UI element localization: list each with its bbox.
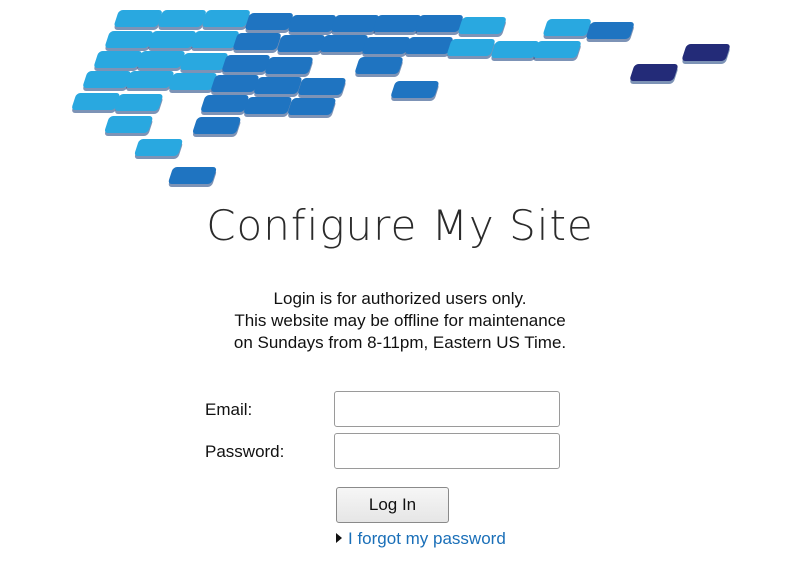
logo-tile xyxy=(405,37,453,57)
notice-line-3: on Sundays from 8-11pm, Eastern US Time. xyxy=(233,333,567,352)
logo-tile xyxy=(114,10,162,30)
logo-tile xyxy=(191,31,239,51)
logo-tile xyxy=(533,41,581,61)
logo-tile xyxy=(201,95,249,115)
password-label: Password: xyxy=(205,442,285,461)
logo-tile xyxy=(158,10,206,30)
triangle-right-icon xyxy=(336,533,342,543)
logo-tile xyxy=(265,57,313,77)
logo-tile xyxy=(180,53,228,73)
logo-tile xyxy=(105,31,153,51)
login-button[interactable]: Log In xyxy=(336,487,449,523)
logo-tile xyxy=(168,167,217,187)
notice-line-2: This website may be offline for maintena… xyxy=(234,311,566,330)
logo-tile xyxy=(83,71,131,91)
logo-tile xyxy=(192,117,241,137)
logo-tile xyxy=(320,35,368,55)
logo-tile xyxy=(415,15,463,35)
logo-tile xyxy=(362,37,410,57)
logo-tile xyxy=(491,41,539,61)
logo-tile xyxy=(288,15,336,35)
logo-tile xyxy=(331,15,379,35)
logo-tile xyxy=(233,33,281,53)
email-label: Email: xyxy=(205,400,253,419)
logo-tile xyxy=(126,71,174,91)
logo-tile xyxy=(134,139,183,159)
forgot-password-row: I forgot my password xyxy=(336,529,506,549)
logo-tile xyxy=(254,77,302,97)
logo-mosaic xyxy=(72,10,730,187)
logo-tile xyxy=(211,75,259,95)
logo-tile xyxy=(298,78,346,98)
logo-tile xyxy=(169,73,217,93)
logo-tile xyxy=(115,94,163,114)
logo-tile xyxy=(288,98,336,118)
logo-tile xyxy=(458,17,506,37)
logo-tile xyxy=(586,22,634,42)
logo-tile xyxy=(391,81,439,101)
logo-tile xyxy=(244,97,292,117)
logo-tile xyxy=(148,31,196,51)
logo-tile xyxy=(94,51,142,71)
logo-tile xyxy=(202,10,250,30)
logo-tile xyxy=(355,57,403,77)
notice-text: Login is for authorized users only. This… xyxy=(0,288,800,354)
logo-tile xyxy=(222,55,270,75)
logo-tile xyxy=(543,19,591,39)
logo-tile xyxy=(277,35,325,55)
logo-tile xyxy=(630,64,678,84)
logo-tile xyxy=(104,116,153,136)
logo-tile xyxy=(245,13,293,33)
email-field[interactable] xyxy=(334,391,560,427)
logo-tile xyxy=(447,39,495,59)
logo-tile xyxy=(72,93,120,113)
password-field[interactable] xyxy=(334,433,560,469)
notice-line-1: Login is for authorized users only. xyxy=(273,289,527,308)
forgot-password-link[interactable]: I forgot my password xyxy=(348,529,506,548)
logo-tile xyxy=(137,51,185,71)
logo-tile xyxy=(682,44,730,64)
logo-tile xyxy=(373,15,421,35)
page-title: Configure My Site xyxy=(206,201,594,250)
